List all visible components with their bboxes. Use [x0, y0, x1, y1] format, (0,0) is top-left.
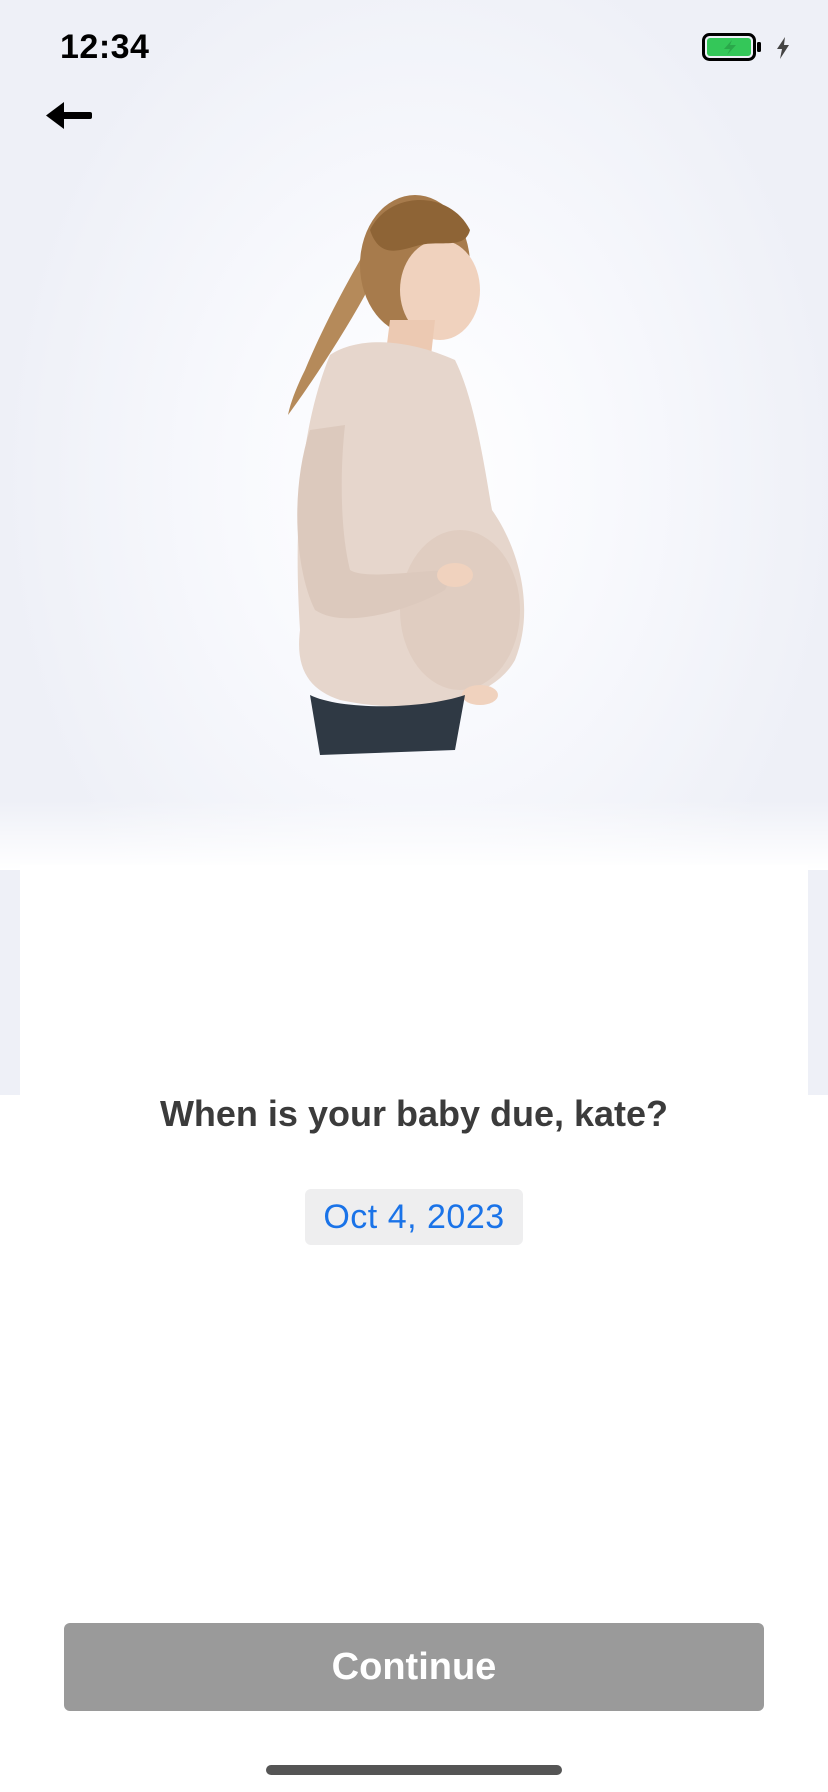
bolt-icon	[777, 37, 789, 59]
due-date-screen: 12:34 When is your baby due, kate? Oct 4…	[0, 0, 828, 1792]
home-indicator[interactable]	[266, 1765, 562, 1775]
continue-button[interactable]: Continue	[64, 1623, 764, 1711]
status-time: 12:34	[60, 28, 150, 66]
hero-fade-panel	[20, 865, 808, 1095]
arrow-left-icon[interactable]	[44, 96, 94, 136]
due-date-picker[interactable]: Oct 4, 2023	[305, 1189, 523, 1245]
hero-fade	[0, 800, 828, 870]
due-date-question: When is your baby due, kate?	[159, 1093, 669, 1134]
pregnant-woman-photo	[288, 195, 525, 755]
battery-charging-icon	[702, 33, 761, 61]
